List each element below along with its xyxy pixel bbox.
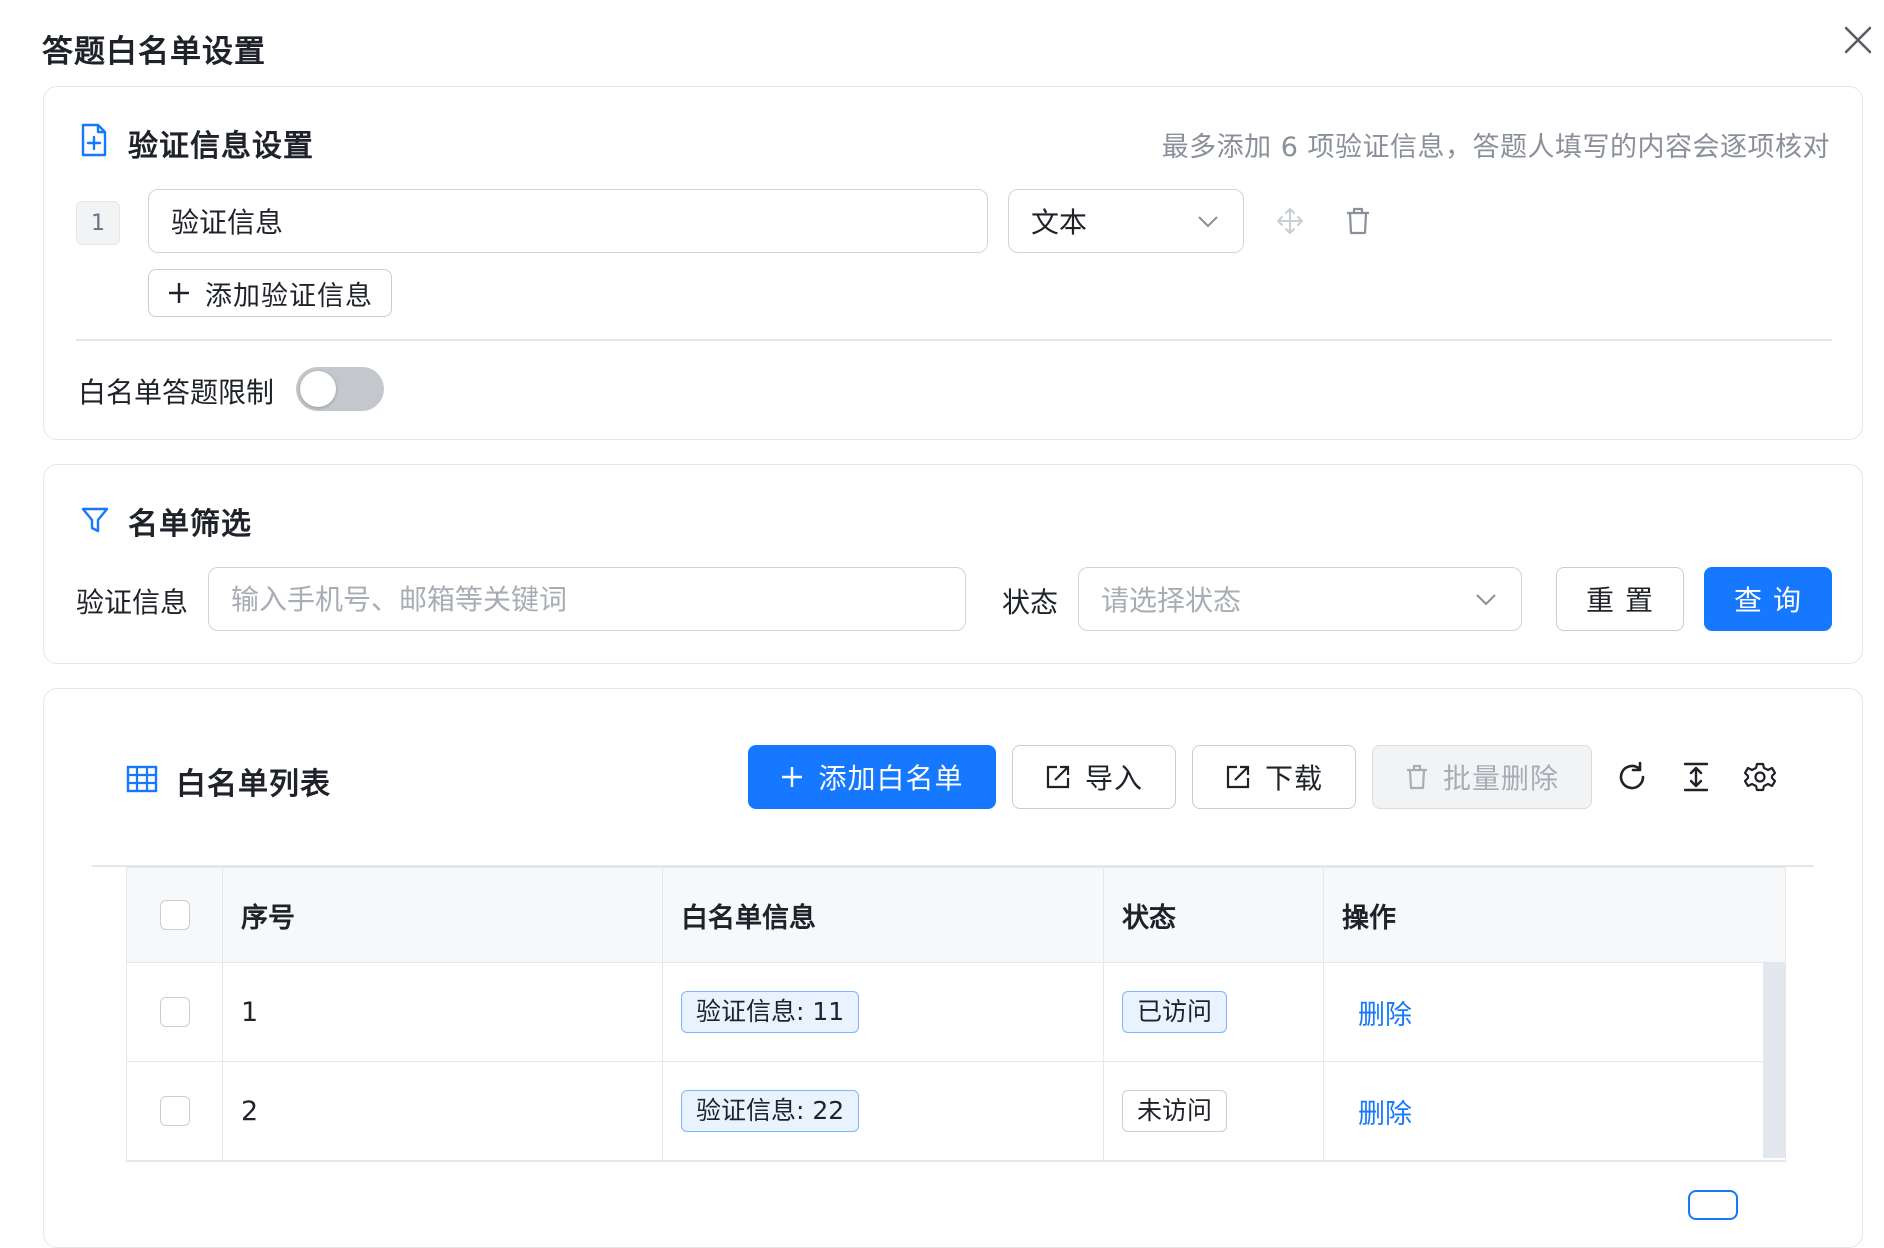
filter-icon: [80, 505, 110, 539]
dialog-title: 答题白名单设置: [42, 34, 266, 70]
verify-settings-hint: 最多添加 6 项验证信息，答题人填写的内容会逐项核对: [1161, 132, 1830, 163]
drag-handle-icon[interactable]: [1272, 203, 1308, 239]
filter-status-select[interactable]: 请选择状态: [1078, 567, 1522, 631]
whitelist-table: 序号 白名单信息 状态 操作 1 验证信息: 11 已访问 删除 2 验证信息:…: [126, 867, 1786, 1162]
verify-item-index: 1: [76, 201, 120, 245]
filter-verify-label: 验证信息: [76, 586, 189, 619]
download-button[interactable]: 下载: [1192, 745, 1356, 809]
add-whitelist-button[interactable]: 添加白名单: [748, 745, 996, 809]
delete-link[interactable]: 删除: [1342, 993, 1412, 1032]
info-tag: 验证信息: 22: [681, 1090, 860, 1132]
filter-status-label: 状态: [1002, 586, 1059, 619]
plus-icon: [782, 767, 803, 787]
whitelist-card: 白名单列表 添加白名单 导入 下载 批量删除 序号 白名单信息 状态 操作 1 …: [43, 688, 1863, 1248]
table-row: 1 验证信息: 11 已访问 删除: [127, 963, 1785, 1062]
table-icon: [126, 765, 158, 797]
document-add-icon: [80, 123, 108, 161]
row-index: 1: [223, 963, 663, 1061]
row-height-icon[interactable]: [1678, 759, 1714, 795]
row-index: 2: [223, 1062, 663, 1160]
verify-type-value: 文本: [1031, 206, 1088, 239]
add-whitelist-label: 添加白名单: [818, 762, 964, 795]
delete-link[interactable]: 删除: [1342, 1092, 1412, 1131]
pagination-button[interactable]: [1688, 1190, 1738, 1220]
download-label: 下载: [1264, 762, 1323, 795]
import-label: 导入: [1084, 762, 1143, 795]
column-header: 操作: [1342, 902, 1396, 934]
column-header: 序号: [223, 868, 663, 962]
reset-button[interactable]: 重 置: [1556, 567, 1684, 631]
add-verify-info-label: 添加验证信息: [205, 280, 373, 312]
settings-gear-icon[interactable]: [1742, 759, 1778, 795]
refresh-icon[interactable]: [1614, 759, 1650, 795]
verify-name-input[interactable]: [148, 189, 988, 253]
filter-card: 名单筛选 验证信息 状态 请选择状态 重 置 查 询: [43, 464, 1863, 664]
filter-title: 名单筛选: [128, 507, 252, 542]
whitelist-limit-switch[interactable]: [296, 367, 384, 411]
batch-delete-label: 批量删除: [1442, 762, 1559, 795]
header-checkbox-cell: [127, 868, 223, 962]
filter-verify-input[interactable]: [208, 567, 966, 631]
divider: [76, 339, 1832, 341]
row-checkbox-cell: [127, 963, 223, 1061]
status-select-placeholder: 请选择状态: [1101, 584, 1242, 617]
row-info-cell: 验证信息: 22: [663, 1062, 1104, 1160]
add-verify-info-button[interactable]: 添加验证信息: [148, 269, 392, 317]
status-badge: 未访问: [1122, 1090, 1228, 1132]
column-header: 白名单信息: [663, 868, 1104, 962]
plus-icon: [169, 283, 189, 303]
switch-knob: [300, 371, 336, 407]
row-checkbox[interactable]: [159, 1096, 190, 1126]
whitelist-title: 白名单列表: [176, 767, 331, 802]
close-icon[interactable]: [1840, 22, 1876, 58]
status-badge: 已访问: [1122, 991, 1228, 1033]
verify-type-select[interactable]: 文本: [1008, 189, 1244, 253]
column-header: 状态: [1104, 868, 1324, 962]
row-info-cell: 验证信息: 11: [663, 963, 1104, 1061]
table-header: 序号 白名单信息 状态 操作: [127, 868, 1785, 963]
row-checkbox-cell: [127, 1062, 223, 1160]
import-icon: [1046, 765, 1070, 789]
verify-settings-card: 验证信息设置 最多添加 6 项验证信息，答题人填写的内容会逐项核对 1 文本 添…: [43, 86, 1863, 440]
delete-item-icon[interactable]: [1340, 203, 1376, 239]
row-action-cell: 删除: [1324, 1062, 1764, 1160]
reset-label: 重 置: [1586, 584, 1654, 617]
trash-icon: [1406, 764, 1427, 790]
select-all-checkbox[interactable]: [159, 900, 190, 930]
row-checkbox[interactable]: [159, 997, 190, 1027]
whitelist-limit-label: 白名单答题限制: [78, 376, 275, 409]
table-row: 2 验证信息: 22 未访问 删除: [127, 1062, 1785, 1161]
row-action-cell: 删除: [1324, 963, 1764, 1061]
chevron-down-icon: [1198, 216, 1218, 228]
row-status-cell: 未访问: [1104, 1062, 1324, 1160]
batch-delete-button[interactable]: 批量删除: [1372, 745, 1592, 809]
import-button[interactable]: 导入: [1012, 745, 1176, 809]
chevron-down-icon: [1476, 594, 1496, 606]
table-scrollbar[interactable]: [1763, 962, 1785, 1158]
verify-settings-title: 验证信息设置: [128, 129, 314, 164]
query-label: 查 询: [1734, 584, 1802, 617]
info-tag: 验证信息: 11: [681, 991, 860, 1033]
query-button[interactable]: 查 询: [1704, 567, 1832, 631]
export-icon: [1226, 765, 1250, 789]
row-status-cell: 已访问: [1104, 963, 1324, 1061]
